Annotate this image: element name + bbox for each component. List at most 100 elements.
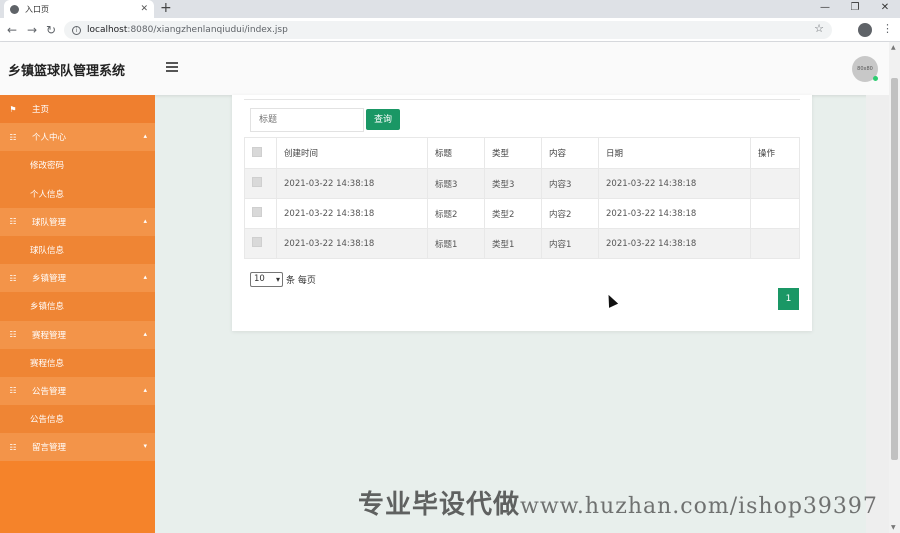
- back-button[interactable]: ←: [7, 22, 17, 38]
- table-cell: 类型1: [484, 228, 542, 259]
- avatar[interactable]: 80x80: [852, 56, 878, 82]
- list-icon: ☷: [9, 386, 17, 396]
- scroll-down-icon[interactable]: ▼: [891, 524, 896, 531]
- page-button-current[interactable]: 1: [778, 288, 799, 310]
- row-checkbox[interactable]: [252, 177, 262, 187]
- address-bar: ← → ↻ i localhost:8080/xiangzhenlanqiudu…: [0, 18, 900, 42]
- row-select-cell[interactable]: [244, 168, 277, 199]
- search-button[interactable]: 查询: [366, 109, 400, 130]
- row-checkbox[interactable]: [252, 207, 262, 217]
- sidebar-item-label: 球队管理: [32, 217, 67, 228]
- sidebar-subitem[interactable]: 球队信息: [0, 235, 155, 265]
- table-cell: 内容3: [541, 168, 599, 199]
- table-row[interactable]: 2021-03-22 14:38:18 标题1 类型1 内容1 2021-03-22 1…: [244, 228, 800, 259]
- table-cell: 2021-03-22 14:38:18: [598, 198, 751, 229]
- caret-icon: ▴: [143, 385, 147, 394]
- row-select-cell[interactable]: [244, 228, 277, 259]
- sidebar-item-label: 个人中心: [32, 133, 67, 144]
- row-select-cell[interactable]: [244, 198, 277, 229]
- table-cell: 内容2: [541, 198, 599, 229]
- sidebar-group[interactable]: ☷ 个人中心 ▴: [0, 123, 155, 152]
- caret-icon: ▾: [143, 442, 147, 451]
- sidebar-group[interactable]: ☷ 留言管理 ▾: [0, 433, 155, 462]
- close-icon[interactable]: ✕: [140, 4, 148, 14]
- browser-menu-icon[interactable]: ⋮: [882, 22, 893, 35]
- watermark: 专业毕设代做www.huzhan.com/ishop39397: [358, 484, 878, 521]
- sidebar-item-label: 乡镇管理: [32, 274, 67, 285]
- list-icon: ☷: [9, 217, 17, 227]
- sidebar-subitem[interactable]: 修改密码: [0, 151, 155, 180]
- table-cell: 标题3: [427, 168, 485, 199]
- window-close-button[interactable]: ✕: [870, 0, 900, 18]
- table-cell: 类型3: [484, 168, 542, 199]
- table-cell: 标题1: [427, 228, 485, 259]
- search-input[interactable]: [250, 108, 364, 132]
- bookmark-star-icon[interactable]: ☆: [814, 22, 824, 35]
- sidebar-item-label: 球队信息: [30, 246, 65, 257]
- maximize-button[interactable]: ❐: [840, 0, 870, 18]
- sidebar-item-label: 公告管理: [32, 386, 67, 397]
- table-row[interactable]: 2021-03-22 14:38:18 标题2 类型2 内容2 2021-03-22 1…: [244, 198, 800, 229]
- select-all-cell[interactable]: [244, 137, 277, 169]
- column-header-title: 标题: [427, 137, 485, 169]
- app-header: 乡镇篮球队管理系统 80x80: [0, 42, 890, 95]
- menu-toggle-icon[interactable]: [166, 62, 178, 72]
- sidebar: ⚑ 主页 ☷ 个人中心 ▴ 修改密码个人信息 ☷ 球队管理 ▴ 球队信息 ☷ 乡镇管理 ▴ 乡镇信息 ☷ 赛程…: [0, 95, 155, 533]
- flag-icon: ⚑: [9, 104, 17, 114]
- url-text: localhost:8080/xiangzhenlanqiudui/index.…: [87, 25, 288, 35]
- list-icon: ☷: [9, 273, 17, 283]
- table-cell: 2021-03-22 14:38:18: [276, 228, 428, 259]
- right-gutter: [866, 95, 889, 533]
- sidebar-item-home[interactable]: ⚑ 主页: [0, 95, 155, 124]
- sidebar-item-label: 赛程信息: [30, 358, 65, 369]
- column-header-created: 创建时间: [276, 137, 428, 169]
- sidebar-item-label: 乡镇信息: [30, 302, 65, 313]
- column-header-actions: 操作: [750, 137, 800, 169]
- sidebar-subitem[interactable]: 赛程信息: [0, 348, 155, 377]
- sidebar-group[interactable]: ☷ 乡镇管理 ▴: [0, 264, 155, 293]
- data-table: 创建时间 标题 类型 内容 日期 操作 2021-03-22 14:38:18 标…: [244, 137, 800, 259]
- caret-icon: ▴: [143, 132, 147, 141]
- profile-icon[interactable]: [858, 23, 872, 37]
- sidebar-group[interactable]: ☷ 公告管理 ▴: [0, 376, 155, 406]
- table-row[interactable]: 2021-03-22 14:38:18 标题3 类型3 内容3 2021-03-22 1…: [244, 168, 800, 199]
- table-cell: [750, 198, 800, 229]
- sidebar-group[interactable]: ☷ 赛程管理 ▴: [0, 320, 155, 349]
- reload-button[interactable]: ↻: [46, 22, 56, 38]
- divider: [244, 99, 800, 100]
- new-tab-button[interactable]: +: [160, 0, 172, 18]
- sidebar-item-label: 修改密码: [30, 161, 65, 172]
- sidebar-subitem[interactable]: 个人信息: [0, 179, 155, 208]
- table-cell: 2021-03-22 14:38:18: [598, 228, 751, 259]
- watermark-text: 专业毕设代做: [358, 490, 521, 520]
- forward-button[interactable]: →: [27, 22, 37, 38]
- list-icon: ☷: [9, 330, 17, 340]
- caret-icon: ▴: [143, 329, 147, 338]
- page-size-label: 条 每页: [286, 276, 316, 286]
- select-all-checkbox[interactable]: [252, 146, 262, 157]
- minimize-button[interactable]: —: [810, 0, 840, 18]
- scrollbar-thumb[interactable]: [891, 78, 898, 460]
- info-icon[interactable]: i: [72, 25, 81, 35]
- scrollbar[interactable]: ▲ ▼: [889, 42, 900, 533]
- table-cell: 2021-03-22 14:38:18: [276, 168, 428, 199]
- url-field[interactable]: i localhost:8080/xiangzhenlanqiudui/inde…: [64, 21, 832, 39]
- sidebar-item-label: 赛程管理: [32, 330, 67, 341]
- sidebar-group[interactable]: ☷ 球队管理 ▴: [0, 207, 155, 236]
- page-size-select[interactable]: 10: [250, 272, 283, 287]
- sidebar-item-label: 公告信息: [30, 415, 65, 426]
- content-card: 查询 创建时间 标题 类型 内容 日期 操作 2021-03-22 14:38:…: [232, 95, 812, 331]
- scroll-up-icon[interactable]: ▲: [891, 44, 896, 51]
- caret-icon: ▴: [143, 273, 147, 282]
- table-cell: 2021-03-22 14:38:18: [598, 168, 751, 199]
- window-controls: — ❐ ✕: [810, 0, 900, 18]
- browser-tab[interactable]: 入口页 ✕: [4, 0, 154, 18]
- column-header-date: 日期: [598, 137, 751, 169]
- row-checkbox[interactable]: [252, 237, 262, 247]
- sidebar-subitem[interactable]: 乡镇信息: [0, 292, 155, 321]
- table-cell: 2021-03-22 14:38:18: [276, 198, 428, 229]
- app-title: 乡镇篮球队管理系统: [8, 64, 126, 79]
- caret-icon: ▴: [143, 216, 147, 225]
- sidebar-subitem[interactable]: 公告信息: [0, 405, 155, 434]
- sidebar-item-label: 留言管理: [32, 443, 67, 454]
